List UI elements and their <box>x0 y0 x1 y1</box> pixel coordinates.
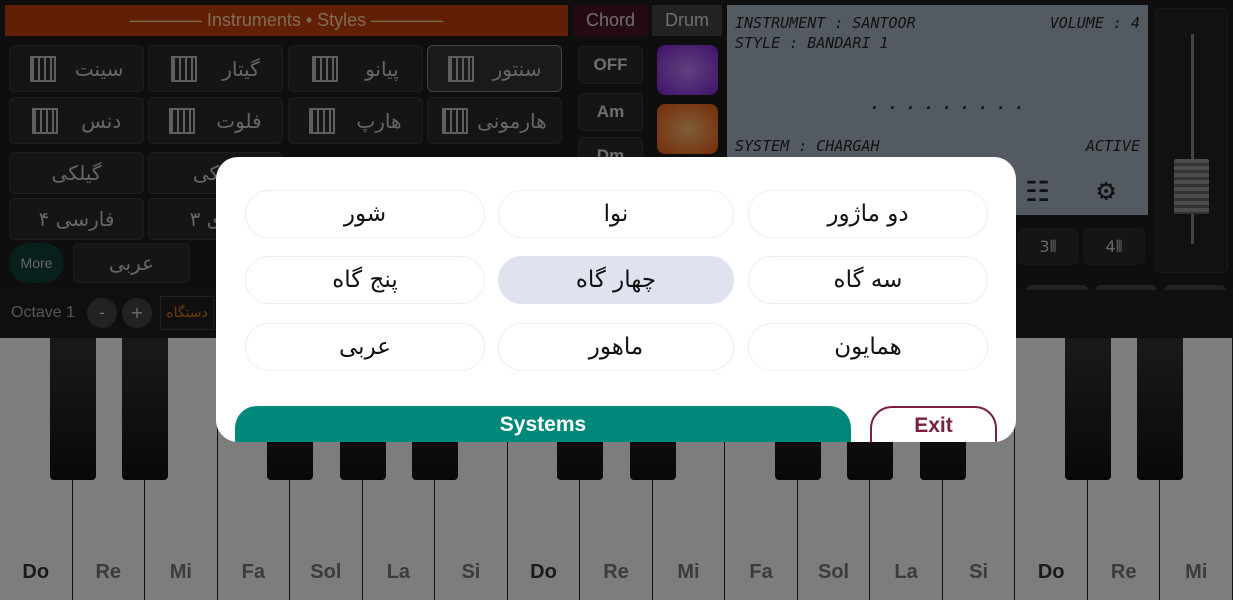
wave-button-3[interactable]: 3 ⦀ <box>1017 228 1079 265</box>
wave-label: 3 <box>1039 237 1050 256</box>
waveform-icon: ⦀ <box>1049 236 1057 256</box>
instrument-button[interactable]: سنتور <box>427 45 562 92</box>
black-key[interactable] <box>49 338 96 480</box>
system-option[interactable]: عربی <box>245 323 485 371</box>
keyboard-icon <box>29 55 56 82</box>
system-option[interactable]: ماهور <box>498 323 734 371</box>
chord-off-button[interactable]: OFF <box>578 46 643 84</box>
style-button[interactable]: گیلکی <box>9 152 144 194</box>
black-key[interactable] <box>1137 338 1184 480</box>
black-key[interactable] <box>1064 338 1111 480</box>
chord-am-button[interactable]: Am <box>578 93 643 131</box>
tab-drum[interactable]: Drum <box>652 5 722 36</box>
system-option[interactable]: دو ماژور <box>748 190 988 238</box>
keyboard-icon <box>312 55 339 82</box>
instrument-button[interactable]: فلوت <box>148 97 283 144</box>
tab-chord[interactable]: Chord <box>573 5 648 36</box>
drum-pad-purple[interactable] <box>657 45 718 95</box>
waveform-icon: ⦀ <box>1115 236 1123 256</box>
sliders-icon[interactable]: ☷ <box>1025 175 1050 208</box>
system-option[interactable]: چهار گاه <box>498 256 734 304</box>
system-option[interactable]: نوا <box>498 190 734 238</box>
instrument-label: پیانو <box>365 56 399 81</box>
wave-label: 4 <box>1105 237 1116 256</box>
instrument-button[interactable]: هارمونی <box>427 97 562 144</box>
more-button[interactable]: More <box>9 243 64 283</box>
style-button[interactable]: عربی <box>73 243 190 283</box>
keyboard-icon <box>447 55 474 82</box>
keyboard-icon <box>31 107 58 134</box>
octave-minus-button[interactable]: - <box>87 298 117 328</box>
system-option[interactable]: سه گاه <box>748 256 988 304</box>
style-button[interactable]: فارسی ۴ <box>9 198 144 240</box>
instrument-label: هارمونی <box>477 108 547 133</box>
keyboard-icon <box>169 107 196 134</box>
system-option[interactable]: شور <box>245 190 485 238</box>
instrument-button[interactable]: سینت <box>9 45 144 92</box>
octave-label: Octave 1 <box>11 304 76 321</box>
instrument-label: سینت <box>74 56 124 81</box>
octave-plus-button[interactable]: + <box>122 298 152 328</box>
instrument-label: سنتور <box>492 56 542 81</box>
wave-button-4[interactable]: 4 ⦀ <box>1083 228 1145 265</box>
instruments-styles-header: ———— Instruments • Styles ———— <box>5 5 568 36</box>
instrument-button[interactable]: پیانو <box>288 45 423 92</box>
systems-dialog: دو ماژور نوا شور سه گاه چهار گاه پنج گاه همایو… <box>216 157 1016 442</box>
systems-button[interactable]: Systems <box>235 406 851 442</box>
instrument-button[interactable]: دنس <box>9 97 144 144</box>
drum-pad-orange[interactable] <box>657 104 718 154</box>
black-key[interactable] <box>122 338 169 480</box>
style-readout: STYLE : BANDARI 1 <box>735 34 889 52</box>
exit-button[interactable]: Exit <box>870 406 997 442</box>
status-readout: ACTIVE <box>1085 137 1140 155</box>
instrument-label: گیتار <box>222 56 260 81</box>
dots-readout: . . . . . . . . . <box>870 95 1024 113</box>
keyboard-icon <box>171 55 198 82</box>
gear-icon[interactable]: ⚙ <box>1097 173 1115 208</box>
instrument-button[interactable]: گیتار <box>148 45 283 92</box>
slider-handle[interactable] <box>1174 159 1209 214</box>
keyboard-icon <box>309 107 336 134</box>
instrument-label: فلوت <box>216 108 262 133</box>
system-option[interactable]: همایون <box>748 323 988 371</box>
instrument-label: دنس <box>81 108 122 133</box>
system-readout: SYSTEM : CHARGAH <box>735 137 880 155</box>
instrument-label: هارپ <box>356 108 402 133</box>
instrument-readout: INSTRUMENT : SANTOOR <box>735 14 916 32</box>
volume-readout: VOLUME : 4 <box>1049 14 1140 32</box>
volume-slider[interactable] <box>1155 8 1228 273</box>
system-option[interactable]: پنج گاه <box>245 256 485 304</box>
instrument-button[interactable]: هارپ <box>288 97 423 144</box>
keyboard-icon <box>442 107 469 134</box>
dastgah-field[interactable]: دستگاه <box>160 296 214 330</box>
